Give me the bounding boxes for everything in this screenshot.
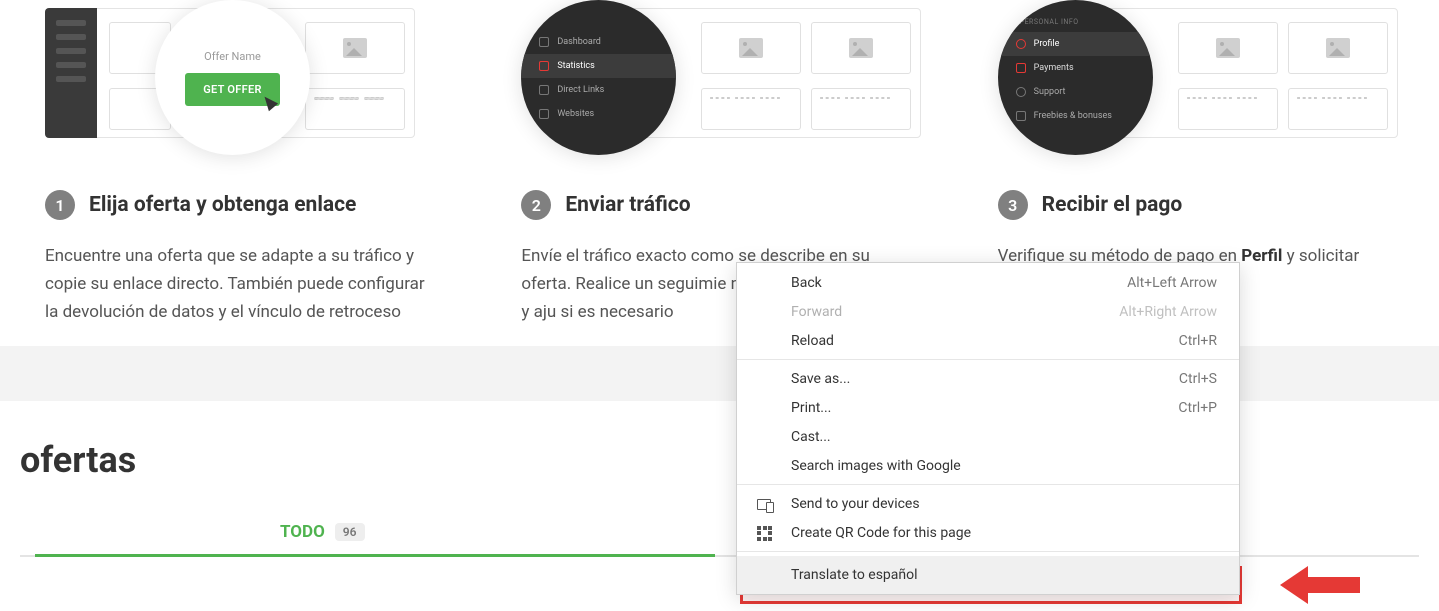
image-placeholder-icon	[849, 38, 873, 58]
illustration-card	[305, 22, 405, 74]
ctx-search-images[interactable]: Search images with Google	[737, 451, 1239, 480]
ctx-label: Cast...	[791, 429, 831, 445]
tab-label: TODO	[280, 522, 325, 542]
illustration-card	[1288, 22, 1388, 74]
menu-item-support: Support	[998, 80, 1153, 104]
step-3-illustration: PERSONAL INFO Profile Payments Support F…	[998, 0, 1394, 160]
tab-todo[interactable]: TODO 96	[280, 522, 365, 542]
step-1-header: 1 Elija oferta y obtenga enlace	[45, 190, 441, 220]
step-3-header: 3 Recibir el pago	[998, 190, 1394, 220]
illustration-card	[1288, 88, 1388, 130]
menu-item-dashboard: Dashboard	[521, 30, 676, 54]
step-2-zoom-lens: Dashboard Statistics Direct Links Websit…	[521, 0, 676, 155]
menu-item-direct-links: Direct Links	[521, 78, 676, 102]
arrow-annotation-icon	[1280, 570, 1360, 600]
context-menu: Back Alt+Left Arrow Forward Alt+Right Ar…	[736, 262, 1240, 595]
step-number-badge: 2	[521, 190, 551, 220]
ctx-print[interactable]: Print... Ctrl+P	[737, 393, 1239, 422]
ctx-back[interactable]: Back Alt+Left Arrow	[737, 268, 1239, 297]
ctx-forward[interactable]: Forward Alt+Right Arrow	[737, 297, 1239, 326]
devices-icon	[757, 497, 773, 511]
step-1-title: Elija oferta y obtenga enlace	[89, 193, 356, 217]
step-1: Offer Name GET OFFER 1 Elija oferta y ob…	[45, 0, 441, 326]
menu-item-freebies: Freebies & bonuses	[998, 104, 1153, 128]
image-placeholder-icon	[739, 38, 763, 58]
step-number-badge: 1	[45, 190, 75, 220]
step-1-zoom-lens: Offer Name GET OFFER	[155, 0, 310, 155]
ctx-shortcut: Ctrl+S	[1179, 371, 1217, 387]
ctx-reload[interactable]: Reload Ctrl+R	[737, 326, 1239, 355]
ctx-label: Translate to español	[791, 567, 918, 583]
ctx-separator	[737, 484, 1239, 485]
ctx-save-as[interactable]: Save as... Ctrl+S	[737, 364, 1239, 393]
step-1-illustration: Offer Name GET OFFER	[45, 0, 441, 160]
ctx-label: Send to your devices	[791, 496, 920, 512]
step-2-title: Enviar tráfico	[565, 193, 690, 217]
menu-item-websites: Websites	[521, 102, 676, 126]
illustration-card	[701, 88, 801, 130]
illustration-card	[701, 22, 801, 74]
step-2-header: 2 Enviar tráfico	[521, 190, 917, 220]
step-2-illustration: Dashboard Statistics Direct Links Websit…	[521, 0, 917, 160]
ctx-shortcut: Alt+Right Arrow	[1119, 304, 1217, 320]
ctx-label: Save as...	[791, 371, 850, 387]
image-placeholder-icon	[1326, 38, 1350, 58]
ctx-label: Create QR Code for this page	[791, 525, 971, 541]
ctx-shortcut: Ctrl+R	[1179, 333, 1217, 349]
ctx-send-devices[interactable]: Send to your devices	[737, 489, 1239, 518]
illustration-card	[1178, 88, 1278, 130]
tab-active-indicator	[35, 554, 715, 557]
step-1-description: Encuentre una oferta que se adapte a su …	[45, 242, 441, 326]
qr-icon	[757, 526, 773, 540]
offer-name-label: Offer Name	[204, 50, 261, 63]
ctx-label: Search images with Google	[791, 458, 961, 474]
menu-item-statistics: Statistics	[521, 54, 676, 78]
illustration-sidebar-dark	[45, 8, 97, 138]
ctx-qr-code[interactable]: Create QR Code for this page	[737, 518, 1239, 547]
illustration-card	[811, 22, 911, 74]
step-3-zoom-lens: PERSONAL INFO Profile Payments Support F…	[998, 0, 1153, 155]
ctx-cast[interactable]: Cast...	[737, 422, 1239, 451]
ctx-shortcut: Ctrl+P	[1178, 400, 1217, 416]
ctx-translate[interactable]: Translate to español	[737, 556, 1239, 594]
ctx-label: Reload	[791, 333, 834, 349]
step-3-title: Recibir el pago	[1042, 193, 1183, 217]
ctx-separator	[737, 359, 1239, 360]
ctx-label: Print...	[791, 400, 831, 416]
step-number-badge: 3	[998, 190, 1028, 220]
menu-item-payments: Payments	[998, 56, 1153, 80]
ctx-shortcut: Alt+Left Arrow	[1127, 275, 1217, 291]
tab-count-badge: 96	[335, 523, 365, 541]
illustration-card	[811, 88, 911, 130]
image-placeholder-icon	[343, 38, 367, 58]
perfil-bold: Perfil	[1241, 246, 1282, 266]
menu-item-profile: Profile	[998, 32, 1153, 56]
ctx-label: Back	[791, 275, 822, 291]
ctx-separator	[737, 551, 1239, 552]
illustration-card	[305, 88, 405, 130]
illustration-card	[1178, 22, 1278, 74]
ctx-label: Forward	[791, 304, 842, 320]
image-placeholder-icon	[1216, 38, 1240, 58]
